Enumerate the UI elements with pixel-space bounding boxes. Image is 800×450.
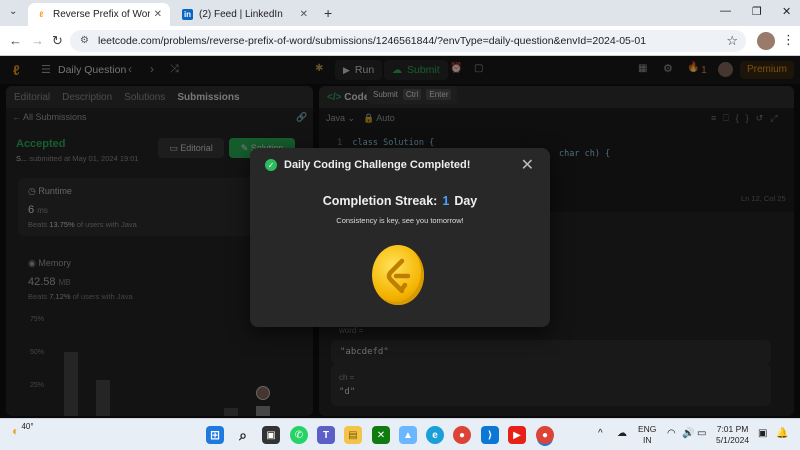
edge-icon[interactable]: e	[426, 426, 444, 444]
notification-icon[interactable]: 🔔	[776, 428, 788, 439]
windows-taskbar: ◐ 40° ⊞ ⌕ ▣ ✆ T ▤ ✕ ▲ e ● ⟩ ▶ ● ^ ☁ ENG …	[0, 418, 800, 450]
leetcode-coin-icon	[372, 245, 424, 305]
chrome-icon[interactable]: ●	[453, 426, 471, 444]
restore-button[interactable]: ❐	[752, 5, 762, 18]
tab-search-icon[interactable]: ⌄	[9, 6, 17, 17]
coin-logo	[386, 258, 411, 294]
cloud-icon[interactable]: ☁	[617, 428, 627, 439]
chrome-leetcode-icon[interactable]: ●	[536, 426, 554, 444]
leetcode-favicon-icon: ℓ	[39, 10, 44, 19]
completion-streak: Completion Streak: 1 Day	[322, 194, 478, 208]
browser-tab-bar: ⌄ ℓ Reverse Prefix of Word - LeetCo ✕ in…	[0, 0, 800, 26]
menu-kebab-icon[interactable]: ⋮	[782, 32, 795, 48]
weather-widget[interactable]: ◐ 40°	[12, 422, 34, 438]
forward-icon[interactable]: →	[31, 33, 44, 48]
close-tab-icon[interactable]: ✕	[154, 9, 162, 20]
address-bar-row: ← → ↻ ⚙ leetcode.com/problems/reverse-pr…	[0, 26, 800, 56]
daily-challenge-modal: ✓ Daily Coding Challenge Completed! ✕ Co…	[250, 148, 550, 327]
photos-icon[interactable]: ▲	[399, 426, 417, 444]
tab-title: (2) Feed | LinkedIn	[199, 9, 283, 20]
streak-number: 1	[442, 194, 450, 208]
tab-title: Reverse Prefix of Word - LeetCo	[53, 9, 150, 20]
check-circle-icon: ✓	[265, 159, 277, 171]
whatsapp-icon[interactable]: ✆	[290, 426, 308, 444]
tab-linkedin[interactable]: in (2) Feed | LinkedIn ✕	[174, 3, 316, 26]
bookmark-star-icon[interactable]: ☆	[726, 30, 738, 52]
youtube-icon[interactable]: ▶	[508, 426, 526, 444]
start-windows-icon[interactable]: ⊞	[206, 426, 224, 444]
battery-icon[interactable]: ▭	[697, 428, 706, 439]
wifi-icon[interactable]: ◠	[667, 428, 676, 439]
xbox-icon[interactable]: ✕	[372, 426, 390, 444]
url-input[interactable]: ⚙ leetcode.com/problems/reverse-prefix-o…	[70, 30, 746, 52]
close-window-button[interactable]: ✕	[782, 5, 791, 18]
weather-icon: ◐	[12, 424, 20, 438]
language-indicator[interactable]: ENG IN	[638, 424, 656, 446]
vscode-icon[interactable]: ⟩	[481, 426, 499, 444]
url-text: leetcode.com/problems/reverse-prefix-of-…	[98, 35, 647, 47]
teams-icon[interactable]: T	[317, 426, 335, 444]
minimize-button[interactable]: —	[720, 5, 731, 17]
tab-leetcode[interactable]: ℓ Reverse Prefix of Word - LeetCo ✕	[28, 3, 170, 26]
close-icon[interactable]: ✕	[521, 155, 534, 175]
linkedin-favicon-icon: in	[182, 9, 193, 20]
file-explorer-icon[interactable]: ▤	[344, 426, 362, 444]
back-icon[interactable]: ←	[9, 33, 22, 48]
task-view-icon[interactable]: ▣	[262, 426, 280, 444]
modal-subtitle: Consistency is key, see you tomorrow!	[336, 216, 464, 225]
close-tab-icon[interactable]: ✕	[300, 9, 308, 20]
search-icon[interactable]: ⌕	[234, 426, 252, 444]
site-info-icon[interactable]: ⚙	[80, 30, 89, 52]
modal-header: ✓ Daily Coding Challenge Completed!	[265, 159, 470, 171]
profile-avatar[interactable]	[757, 32, 775, 50]
clock[interactable]: 7:01 PM 5/1/2024	[716, 424, 749, 446]
modal-title: Daily Coding Challenge Completed!	[284, 159, 471, 171]
volume-icon[interactable]: 🔊	[682, 428, 694, 439]
new-tab-button[interactable]: +	[324, 5, 332, 21]
chat-icon[interactable]: ▣	[758, 428, 767, 439]
tray-chevron-icon[interactable]: ^	[598, 428, 603, 439]
reload-icon[interactable]: ↻	[52, 33, 63, 49]
